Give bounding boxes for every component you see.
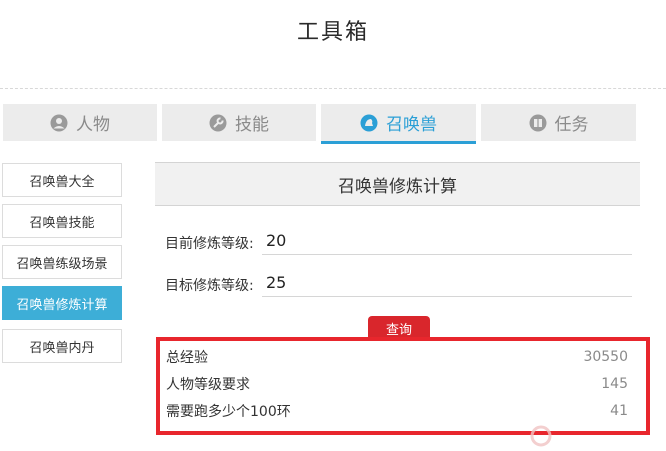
sidebar-item-pet-inner-core[interactable]: 召唤兽内丹 [2,329,122,363]
tab-label: 技能 [235,115,269,135]
page-title: 工具箱 [296,20,369,45]
page: 工具箱 人物 技能 召唤兽 任务 召唤兽大全 召唤兽技能 召唤兽练级场景 召唤兽… [0,0,666,451]
sidebar-item-pet-cultivation-calc[interactable]: 召唤兽修炼计算 [2,286,122,320]
tab-label: 任务 [554,115,589,135]
wrench-icon [209,114,227,132]
result-value: 145 [601,376,628,392]
result-value: 41 [610,403,628,419]
result-row: 人物等级要求 145 [166,372,628,396]
result-label: 需要跑多少个100环 [166,404,291,420]
current-level-input[interactable] [262,226,632,255]
tab-person[interactable]: 人物 [3,104,157,141]
current-level-label: 目前修炼等级: [165,236,254,252]
panel-header: 召唤兽修炼计算 [155,162,640,206]
target-level-label: 目标修炼等级: [165,278,254,294]
watermark-icon [530,425,552,446]
tab-task[interactable]: 任务 [481,104,636,141]
watermark-logo [530,420,666,451]
divider [0,88,666,89]
target-level-input[interactable] [262,268,632,297]
tab-pet[interactable]: 召唤兽 [321,104,476,144]
result-value: 30550 [583,349,628,365]
result-row: 总经验 30550 [166,345,628,369]
result-label: 人物等级要求 [166,377,250,393]
tab-label: 召唤兽 [386,115,437,135]
tab-bar: 人物 技能 召唤兽 任务 [0,104,666,146]
result-label: 总经验 [166,350,208,366]
person-icon [50,114,68,132]
pet-icon [360,114,378,132]
book-icon [529,114,547,132]
sidebar-item-pet-skills[interactable]: 召唤兽技能 [2,204,122,238]
sidebar-item-pet-leveling-scenes[interactable]: 召唤兽练级场景 [2,245,122,279]
tab-skill[interactable]: 技能 [162,104,316,141]
tab-label: 人物 [76,115,110,135]
sidebar-item-pet-encyclopedia[interactable]: 召唤兽大全 [2,163,122,197]
